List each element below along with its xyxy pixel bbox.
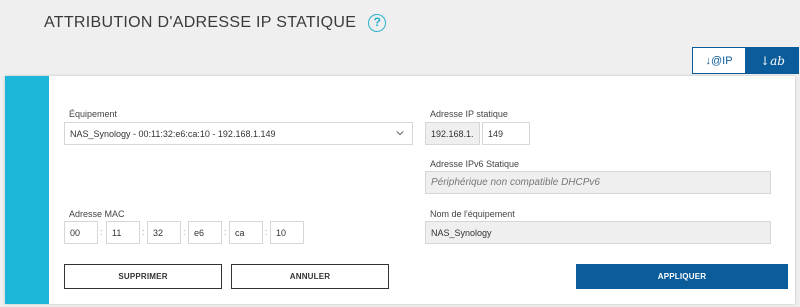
apply-button[interactable]: APPLIQUER [576, 264, 788, 289]
card-accent-bar [5, 76, 49, 304]
static-ip-label: Adresse IP statique [430, 109, 508, 119]
delete-button[interactable]: SUPPRIMER [64, 264, 222, 289]
device-select[interactable]: NAS_Synology - 00:11:32:e6:ca:10 - 192.1… [64, 122, 413, 145]
mac-label: Adresse MAC [69, 209, 125, 219]
mac-octet-3[interactable]: 32 [147, 221, 181, 244]
page-header: ATTRIBUTION D'ADRESSE IP STATIQUE ? [44, 14, 387, 32]
static-ip-card: Équipement NAS_Synology - 00:11:32:e6:ca… [5, 76, 795, 304]
mac-octet-4[interactable]: e6 [188, 221, 222, 244]
device-name-input[interactable]: NAS_Synology [425, 221, 771, 244]
mac-octet-1[interactable]: 00 [64, 221, 98, 244]
mac-octet-6[interactable]: 10 [270, 221, 304, 244]
sort-toggle-group: ↓@IP ↓ab [692, 47, 799, 74]
static-ip-suffix-input[interactable]: 149 [482, 122, 530, 145]
cancel-button[interactable]: ANNULER [231, 264, 389, 289]
mac-separator: : [183, 227, 186, 237]
mac-separator: : [224, 227, 227, 237]
mac-separator: : [142, 227, 145, 237]
sort-by-name-button[interactable]: ↓ab [746, 47, 799, 74]
ipv6-field: Périphérique non compatible DHCPv6 [425, 171, 771, 194]
device-label: Équipement [69, 109, 118, 119]
ipv6-label: Adresse IPv6 Statique [430, 159, 520, 169]
page-title: ATTRIBUTION D'ADRESSE IP STATIQUE [44, 14, 357, 31]
mac-separator: : [100, 227, 103, 237]
mac-octet-5[interactable]: ca [229, 221, 263, 244]
chevron-down-icon [396, 131, 404, 136]
static-ip-prefix: 192.168.1. [425, 122, 480, 145]
help-icon[interactable]: ? [368, 14, 387, 32]
device-select-value: NAS_Synology - 00:11:32:e6:ca:10 - 192.1… [70, 128, 276, 139]
device-name-label: Nom de l'équipement [430, 209, 515, 219]
sort-by-ip-button[interactable]: ↓@IP [692, 47, 746, 74]
mac-octet-2[interactable]: 11 [106, 221, 140, 244]
mac-separator: : [265, 227, 268, 237]
